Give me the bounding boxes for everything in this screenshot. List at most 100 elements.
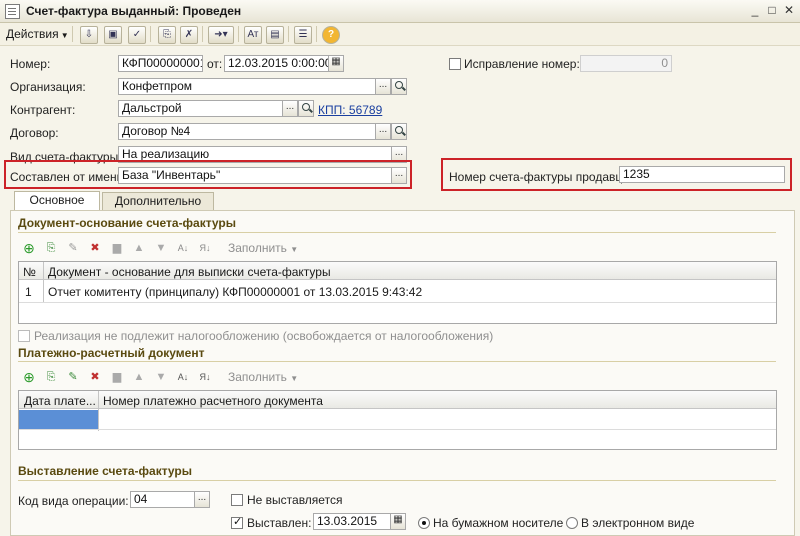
edit-icon[interactable]: ✎	[66, 241, 80, 255]
search-icon[interactable]	[391, 123, 407, 140]
chevron-down-icon: ▼	[290, 374, 299, 383]
end-edit-icon[interactable]: ▆	[110, 241, 124, 255]
organization-field[interactable]: Конфетпром	[118, 78, 376, 95]
op-code-field[interactable]: 04	[130, 491, 195, 508]
date-field[interactable]: 12.03.2015 0:00:00	[224, 55, 329, 72]
end-edit-icon[interactable]: ▆	[110, 370, 124, 384]
sort-desc-icon[interactable]: Я↓	[198, 241, 212, 255]
date-label: от:	[207, 57, 223, 71]
select-button[interactable]: ...	[391, 167, 407, 184]
move-down-icon[interactable]: ▼	[154, 370, 168, 384]
counterparty-field[interactable]: Дальстрой	[118, 100, 283, 117]
on-behalf-label: Составлен от имени:	[10, 170, 127, 184]
row-number: 1	[25, 285, 32, 299]
minimize-icon[interactable]: _	[748, 4, 762, 18]
counterparty-label: Контрагент:	[10, 103, 76, 117]
search-icon[interactable]	[391, 78, 407, 95]
delete-icon[interactable]: ✖	[88, 241, 102, 255]
kpp-link[interactable]: КПП: 56789	[318, 103, 382, 117]
document-icon	[5, 4, 20, 19]
contract-field[interactable]: Договор №4	[118, 123, 376, 140]
copy-icon[interactable]: ⎘	[44, 241, 58, 255]
correction-label: Исправление номер:	[464, 57, 580, 71]
paper-label: На бумажном носителе	[433, 516, 564, 530]
not-issued-checkbox[interactable]	[231, 494, 243, 506]
actions-menu[interactable]: Действия ▼	[6, 27, 69, 41]
row-divider	[19, 429, 776, 430]
calendar-icon[interactable]: ▦	[328, 55, 344, 72]
select-button[interactable]: ...	[282, 100, 298, 117]
paper-radio[interactable]	[418, 517, 430, 529]
column-header[interactable]: Дата плате...	[24, 394, 96, 408]
add-icon[interactable]: ⊕	[22, 370, 36, 384]
tab-main[interactable]: Основное	[14, 191, 100, 211]
delete-mark-icon[interactable]: ✗	[180, 26, 198, 44]
delete-icon[interactable]: ✖	[88, 370, 102, 384]
toolbar-separator	[288, 26, 289, 42]
report-icon[interactable]: ▤	[266, 26, 284, 44]
go-to-dropdown-icon[interactable]: ➜▾	[208, 26, 234, 44]
electronic-radio[interactable]	[566, 517, 578, 529]
fill-menu[interactable]: Заполнить ▼	[228, 370, 298, 384]
copy-document-icon[interactable]: ⎘	[158, 26, 176, 44]
tax-exempt-checkbox[interactable]	[18, 330, 30, 342]
column-header[interactable]: Документ - основание для выписки счета-ф…	[48, 265, 331, 279]
on-behalf-field[interactable]: База "Инвентарь"	[118, 167, 392, 184]
fill-label: Заполнить	[228, 370, 287, 384]
correction-checkbox[interactable]	[449, 58, 461, 70]
issued-label: Выставлен:	[247, 516, 312, 530]
post-icon[interactable]: ✓	[128, 26, 146, 44]
contract-label: Договор:	[10, 126, 59, 140]
issued-date-field[interactable]: 13.03.2015	[313, 513, 391, 530]
chevron-down-icon: ▼	[290, 245, 299, 254]
post-and-close-icon[interactable]: ⇩	[80, 26, 98, 44]
add-icon[interactable]: ⊕	[22, 241, 36, 255]
close-icon[interactable]: ✕	[782, 4, 796, 18]
title-bar: Счет-фактура выданный: Проведен _ □ ✕	[0, 0, 800, 23]
structure-icon[interactable]: ☰	[294, 26, 312, 44]
move-up-icon[interactable]: ▲	[132, 370, 146, 384]
copy-icon[interactable]: ⎘	[44, 370, 58, 384]
tab-additional[interactable]: Дополнительно	[102, 192, 214, 211]
issued-checkbox[interactable]	[231, 515, 243, 529]
movements-icon[interactable]: Ат	[244, 26, 262, 44]
toolbar-separator	[72, 26, 73, 42]
select-button[interactable]: ...	[194, 491, 210, 508]
move-down-icon[interactable]: ▼	[154, 241, 168, 255]
seller-invoice-label: Номер счета-фактуры продавца:	[449, 170, 633, 184]
calendar-icon[interactable]: ▦	[390, 513, 406, 530]
select-button[interactable]: ...	[375, 78, 391, 95]
seller-invoice-field[interactable]: 1235	[619, 166, 785, 183]
toolbar-separator	[238, 26, 239, 42]
payment-section-title: Платежно-расчетный документ	[18, 346, 205, 360]
select-button[interactable]: ...	[375, 123, 391, 140]
number-field[interactable]: КФП000000001	[118, 55, 203, 72]
sort-asc-icon[interactable]: A↓	[176, 370, 190, 384]
save-icon[interactable]: ▣	[104, 26, 122, 44]
column-header[interactable]: №	[23, 265, 36, 279]
maximize-icon[interactable]: □	[765, 4, 779, 18]
help-icon[interactable]: ?	[322, 26, 340, 44]
section-divider	[18, 361, 776, 362]
column-header[interactable]: Номер платежно расчетного документа	[103, 394, 323, 408]
sort-asc-icon[interactable]: A↓	[176, 241, 190, 255]
fill-menu[interactable]: Заполнить ▼	[228, 241, 298, 255]
issue-section-title: Выставление счета-фактуры	[18, 464, 192, 478]
actions-label: Действия	[6, 27, 59, 41]
fill-label: Заполнить	[228, 241, 287, 255]
table-row[interactable]: 1 Отчет комитенту (принципалу) КФП000000…	[19, 280, 776, 303]
tax-exempt-label: Реализация не подлежит налогообложению (…	[34, 329, 494, 343]
section-divider	[18, 480, 776, 481]
basis-section-title: Документ-основание счета-фактуры	[18, 216, 237, 230]
selected-cell[interactable]	[19, 410, 98, 429]
op-code-label: Код вида операции:	[18, 494, 129, 508]
sort-desc-icon[interactable]: Я↓	[198, 370, 212, 384]
row-document: Отчет комитенту (принципалу) КФП00000001…	[48, 285, 423, 299]
correction-number-field[interactable]: 0	[580, 55, 672, 72]
number-label: Номер:	[10, 57, 51, 71]
toolbar-separator	[202, 26, 203, 42]
column-divider	[98, 391, 99, 431]
move-up-icon[interactable]: ▲	[132, 241, 146, 255]
edit-icon[interactable]: ✎	[66, 370, 80, 384]
search-icon[interactable]	[298, 100, 314, 117]
